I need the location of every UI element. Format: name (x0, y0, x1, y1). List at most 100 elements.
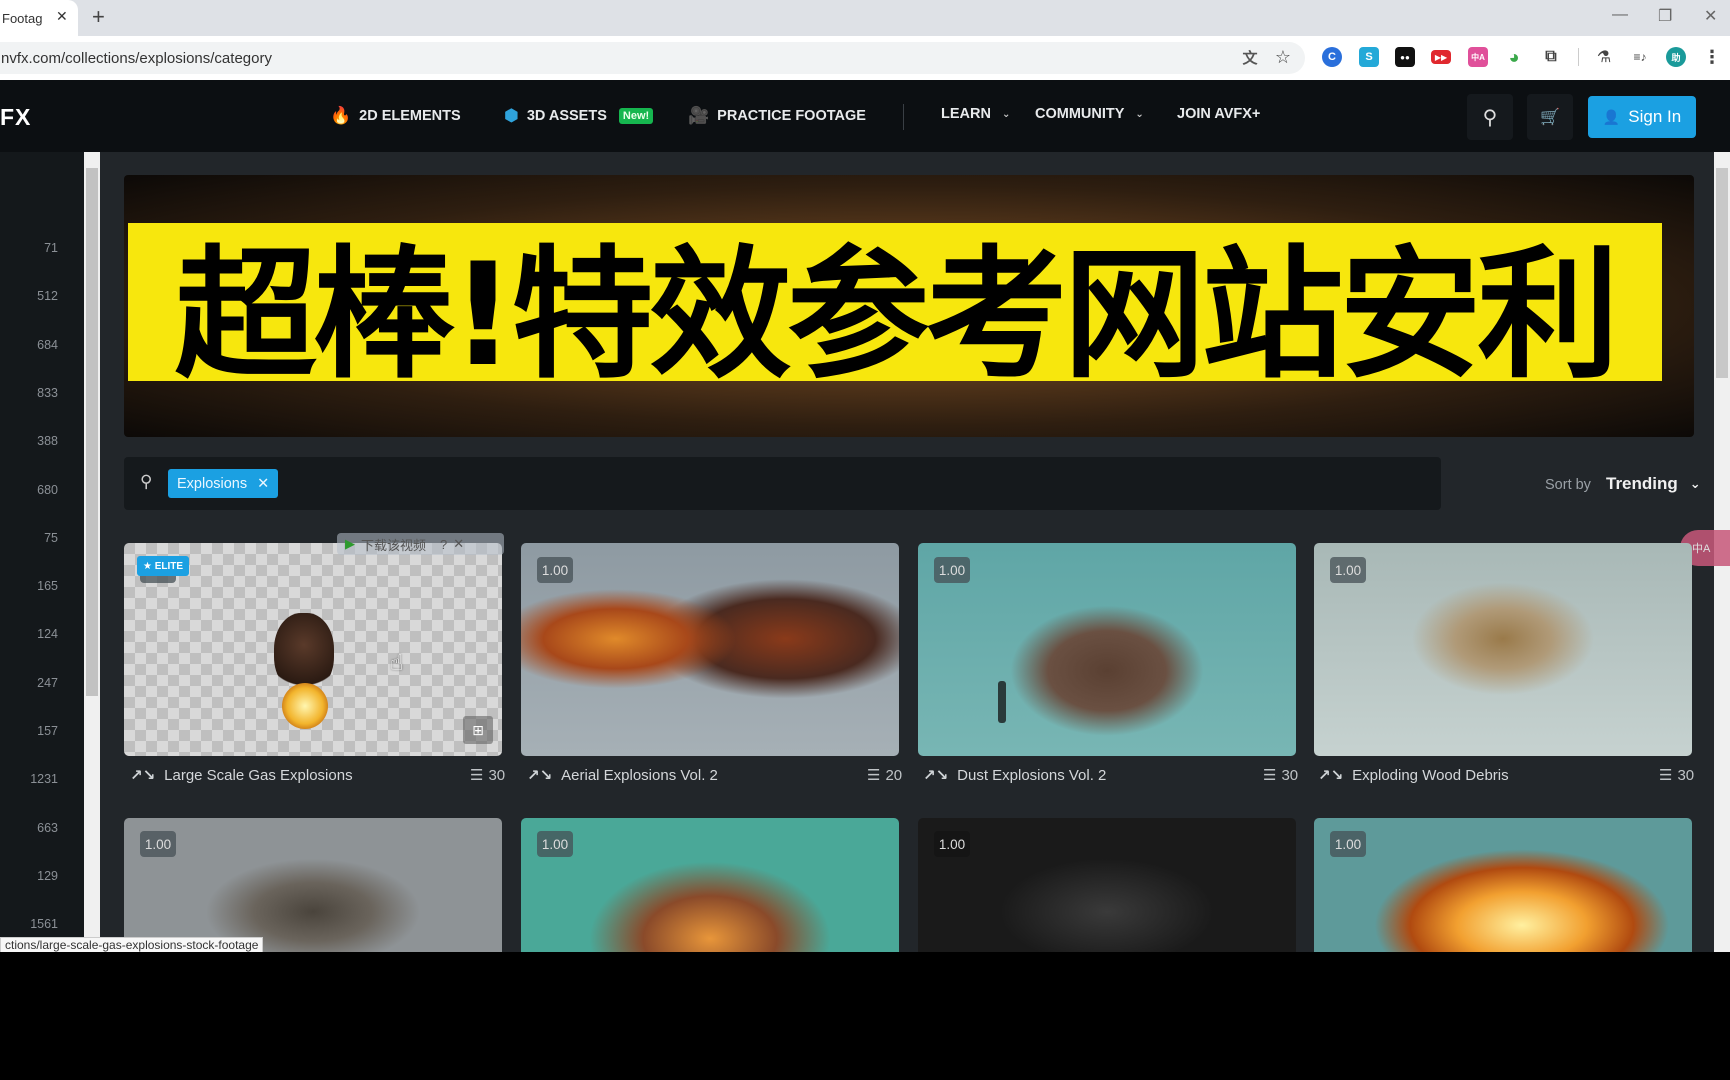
chevron-down-icon: ⌄ (1135, 108, 1144, 120)
gutter-count: 512 (37, 289, 58, 304)
puzzle-extensions-icon[interactable]: ⧉ (1541, 47, 1561, 67)
sort-label: Sort by (1545, 477, 1591, 493)
download-label: 下载该视频 (361, 537, 427, 553)
gutter-count: 129 (37, 868, 58, 883)
gutter-count: 663 (37, 820, 58, 835)
gutter-count: 71 (44, 241, 58, 255)
sequence-wave-icon: ↗↘ (1318, 767, 1344, 784)
translate-icon[interactable]: 文 (1240, 47, 1260, 67)
play-icon: ▶ (345, 536, 355, 551)
collection-card-thumbnail[interactable] (1314, 818, 1692, 952)
sequence-wave-icon: ↗↘ (527, 767, 553, 784)
download-video-overlay[interactable]: ▶ 下载该视频 ? ✕ (337, 533, 504, 555)
sort-value: Trending (1606, 474, 1678, 493)
help-icon[interactable]: ? (440, 537, 447, 552)
search-filter-bar[interactable] (124, 457, 1441, 510)
nav-learn-dropdown[interactable]: LEARN ⌄ (941, 106, 1010, 122)
new-tab-button[interactable]: + (92, 4, 105, 30)
tab-close-icon[interactable]: ✕ (56, 8, 68, 25)
stack-icon: ☰ (867, 767, 881, 784)
s-extension-icon[interactable]: S (1359, 47, 1379, 67)
media-queue-icon[interactable]: ≡♪ (1630, 47, 1650, 67)
gutter-count: 165 (37, 579, 58, 594)
user-icon: 👤 (1602, 108, 1621, 125)
collection-card-thumbnail[interactable] (918, 543, 1296, 756)
collection-card-thumbnail[interactable] (1314, 543, 1692, 756)
explosion-image (274, 613, 334, 693)
rating-badge: 1.00 (140, 831, 176, 857)
window-minimize-button[interactable]: — (1612, 6, 1628, 24)
nav-3d-assets[interactable]: ⬢ 3D ASSETS New! (504, 106, 654, 126)
rating-badge: 1.00 (934, 831, 970, 857)
rating-badge: 1.00 (537, 557, 573, 583)
card-title[interactable]: ↗↘ Exploding Wood Debris (1318, 766, 1509, 785)
add-to-folder-button[interactable]: ⊞ (463, 716, 493, 744)
cube-icon: ⬢ (504, 106, 519, 125)
blue-c-extension-icon[interactable]: C (1322, 47, 1342, 67)
gutter-count: 1561 (30, 917, 58, 932)
window-close-button[interactable]: ✕ (1704, 6, 1717, 26)
chip-remove-icon[interactable]: ✕ (257, 476, 269, 492)
profile-avatar[interactable]: 助 (1666, 47, 1686, 67)
address-bar[interactable]: nvfx.com/collections/explosions/category (0, 42, 1305, 74)
labs-flask-icon[interactable]: ⚗ (1594, 47, 1614, 67)
sort-dropdown[interactable]: Trending ⌄ (1606, 474, 1701, 494)
stack-icon: ☰ (1659, 767, 1673, 784)
red-play-extension-icon[interactable]: ▶▶ (1431, 50, 1451, 64)
chip-label: Explosions (177, 475, 248, 492)
gutter-count: 1231 (30, 772, 58, 787)
rating-badge: 1.00 (1330, 831, 1366, 857)
nav-label: COMMUNITY (1035, 106, 1125, 122)
card-title-text: Aerial Explosions Vol. 2 (561, 766, 718, 784)
person-silhouette (998, 681, 1006, 723)
globe-extension-icon[interactable]: ◕ (1504, 47, 1524, 67)
toolbar-divider (1578, 48, 1579, 66)
sign-in-button[interactable]: 👤 Sign In (1588, 96, 1696, 138)
gutter-count: 124 (37, 627, 58, 642)
nav-join-avfx[interactable]: JOIN AVFX+ (1177, 106, 1260, 122)
sequence-wave-icon: ↗↘ (130, 767, 156, 784)
collection-card-thumbnail[interactable] (521, 543, 899, 756)
card-title[interactable]: ↗↘ Dust Explosions Vol. 2 (923, 766, 1106, 785)
rating-badge: 1.00 (934, 557, 970, 583)
card-title[interactable]: ↗↘ Aerial Explosions Vol. 2 (527, 766, 718, 785)
nav-community-dropdown[interactable]: COMMUNITY ⌄ (1035, 106, 1144, 122)
pink-translate-extension-icon[interactable]: 中A (1468, 47, 1488, 67)
search-button[interactable]: ⚲ (1467, 94, 1513, 140)
nav-label: 3D ASSETS (526, 108, 607, 124)
page-scrollbar-thumb[interactable] (1716, 168, 1728, 378)
nav-label: LEARN (941, 106, 991, 122)
window-restore-button[interactable]: ❐ (1658, 6, 1672, 26)
flame-icon: 🔥 (330, 106, 352, 125)
elite-badge: ★ ELITE (137, 556, 190, 576)
new-badge: New! (618, 108, 654, 124)
card-title[interactable]: ↗↘ Large Scale Gas Explosions (130, 766, 353, 785)
rating-badge: 1.00 (1330, 557, 1366, 583)
black-extension-icon[interactable]: ●● (1395, 47, 1415, 67)
hand-cursor-icon: ☝ (390, 650, 404, 675)
camera-icon: 🎥 (688, 106, 710, 125)
status-bar-url: ctions/large-scale-gas-explosions-stock-… (0, 937, 264, 953)
left-scrollbar-thumb[interactable] (86, 168, 98, 696)
letterbox-bar (0, 952, 1730, 1080)
cart-icon: 🛒 (1540, 109, 1560, 126)
collection-card-thumbnail[interactable] (521, 818, 899, 952)
nav-practice-footage[interactable]: 🎥 PRACTICE FOOTAGE (688, 106, 866, 126)
gutter-count: 833 (37, 385, 58, 400)
filter-chip-explosions[interactable]: Explosions ✕ (168, 469, 279, 498)
stack-icon: ☰ (470, 767, 484, 784)
menu-kebab-icon[interactable]: ⋮ (1702, 47, 1722, 67)
bookmark-star-icon[interactable]: ☆ (1273, 47, 1293, 67)
site-logo[interactable]: FX (0, 104, 31, 131)
overlay-close-icon[interactable]: ✕ (453, 536, 464, 552)
chevron-down-icon: ⌄ (1689, 476, 1701, 491)
address-url: nvfx.com/collections/explosions/category (1, 49, 272, 67)
browser-tab[interactable]: Footag ✕ (0, 0, 78, 36)
sequence-wave-icon: ↗↘ (923, 767, 949, 784)
collection-card-thumbnail[interactable] (124, 818, 502, 952)
nav-2d-elements[interactable]: 🔥 2D ELEMENTS (330, 106, 461, 126)
gutter-count: 680 (37, 482, 58, 497)
cart-button[interactable]: 🛒 (1527, 94, 1573, 140)
gutter-count: 247 (37, 675, 58, 690)
collection-card-thumbnail[interactable] (918, 818, 1296, 952)
